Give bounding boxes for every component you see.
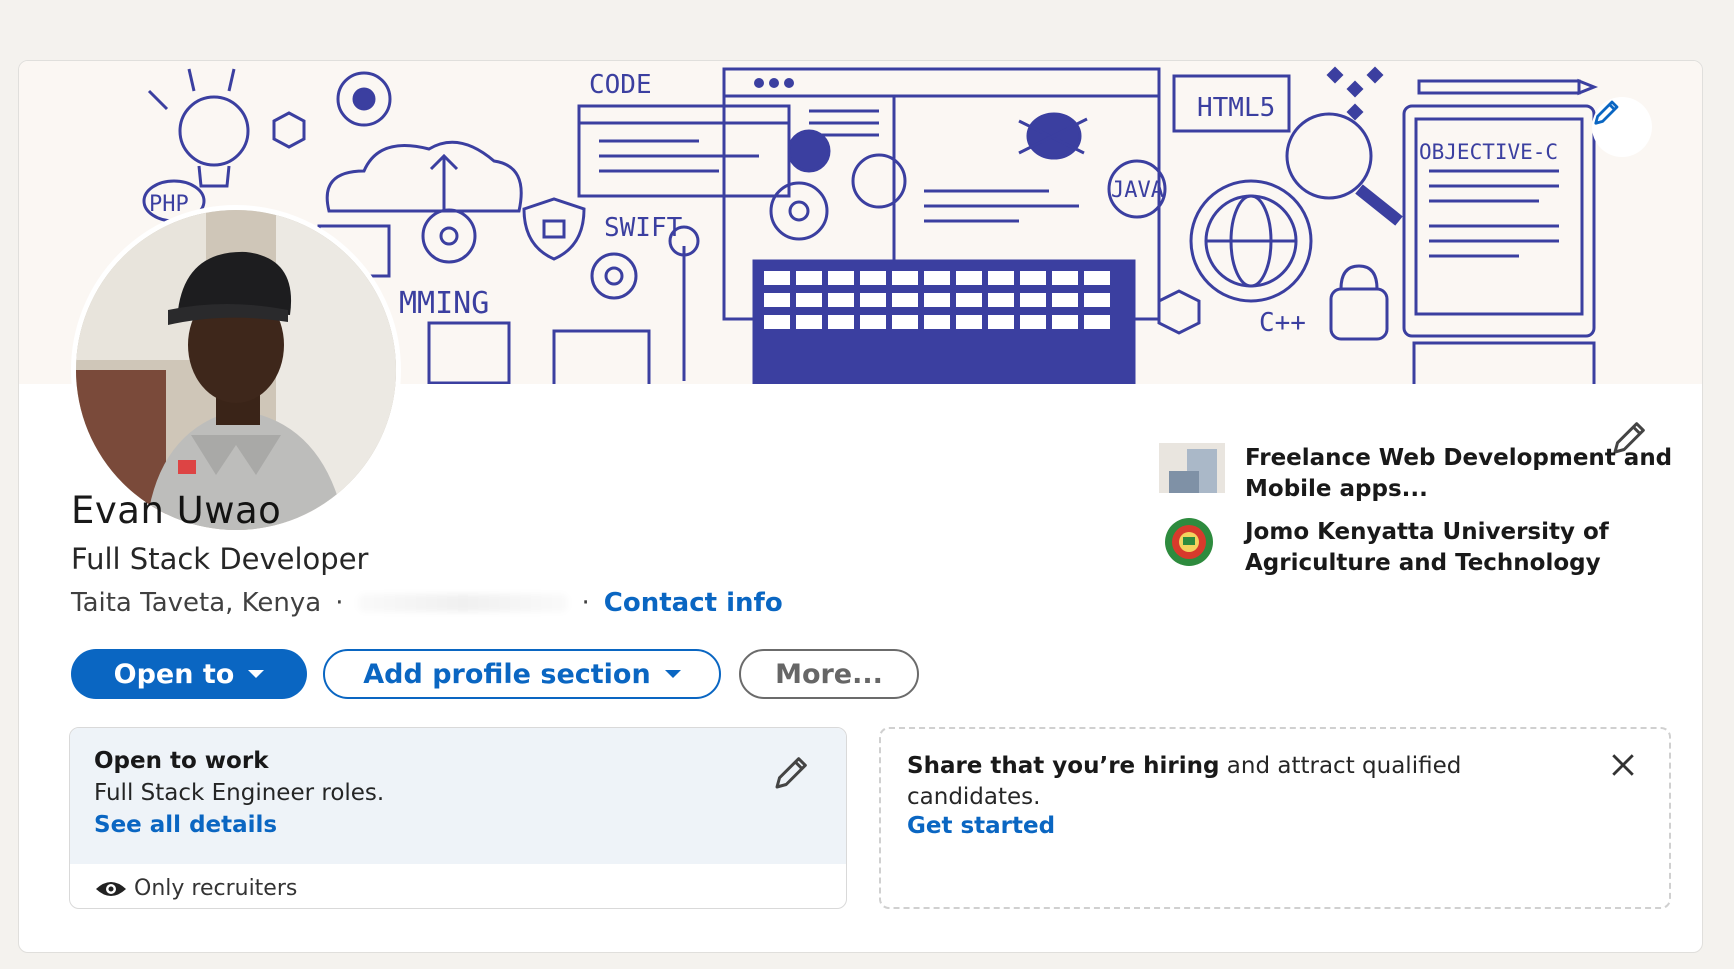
svg-text:CODE: CODE <box>589 70 652 100</box>
edit-banner-button[interactable] <box>1592 97 1652 157</box>
get-started-link[interactable]: Get started <box>907 813 1055 839</box>
pencil-icon <box>1594 100 1619 125</box>
see-all-details-link[interactable]: See all details <box>94 812 277 838</box>
visibility-label: Only recruiters <box>134 876 298 901</box>
hiring-card: Share that you’re hiring and attract qua… <box>879 727 1671 909</box>
caret-down-icon <box>664 670 681 678</box>
open-to-button[interactable]: Open to <box>71 649 307 699</box>
hiring-message: Share that you’re hiring and attract qua… <box>907 751 1547 813</box>
profile-name: Evan Uwao <box>71 489 282 532</box>
experience-label: Freelance Web Development and Mobile app… <box>1245 445 1673 502</box>
hiring-message-bold: Share that you’re hiring <box>907 753 1220 779</box>
svg-text:MMING: MMING <box>399 286 489 321</box>
pencil-icon <box>775 757 807 789</box>
profile-headline: Full Stack Developer <box>71 542 369 576</box>
svg-text:JAVA: JAVA <box>1111 178 1164 203</box>
open-to-work-card: Open to work Full Stack Engineer roles. … <box>69 727 847 909</box>
location-row: Taita Taveta, Kenya · · Contact info <box>71 588 783 618</box>
open-to-work-roles: Full Stack Engineer roles. <box>94 780 385 806</box>
more-button[interactable]: More... <box>739 649 919 699</box>
svg-text:SWIFT: SWIFT <box>604 213 683 243</box>
caret-down-icon <box>248 670 265 678</box>
profile-photo-image <box>76 210 396 530</box>
profile-card: CODE PHP SWIFT MMING HTML5 JAVA OBJECTIV… <box>18 60 1703 953</box>
redacted-text <box>357 594 568 612</box>
contact-info-link[interactable]: Contact info <box>604 588 783 618</box>
company-logo-icon <box>1159 443 1225 493</box>
close-icon <box>1612 754 1634 776</box>
svg-text:HTML5: HTML5 <box>1197 93 1275 123</box>
profile-photo[interactable] <box>71 205 401 535</box>
education-link[interactable]: Jomo Kenyatta University of Agriculture … <box>1159 517 1675 579</box>
visibility-row: Only recruiters <box>94 876 297 901</box>
eye-icon <box>96 881 126 896</box>
dismiss-hiring-button[interactable] <box>1603 745 1643 785</box>
open-to-label: Open to <box>113 658 235 690</box>
current-experience-link[interactable]: Freelance Web Development and Mobile app… <box>1159 443 1675 505</box>
separator-dot: · <box>335 588 344 618</box>
svg-text:OBJECTIVE-C: OBJECTIVE-C <box>1419 140 1558 164</box>
more-label: More... <box>775 658 883 690</box>
svg-text:C++: C++ <box>1259 308 1306 338</box>
separator-dot: · <box>581 588 590 618</box>
education-label: Jomo Kenyatta University of Agriculture … <box>1245 519 1609 576</box>
university-logo-icon <box>1165 518 1213 566</box>
add-profile-section-button[interactable]: Add profile section <box>323 649 721 699</box>
edit-open-to-work-button[interactable] <box>768 752 816 792</box>
profile-location: Taita Taveta, Kenya <box>71 588 322 618</box>
open-to-work-title: Open to work <box>94 748 269 774</box>
add-profile-section-label: Add profile section <box>363 658 651 690</box>
